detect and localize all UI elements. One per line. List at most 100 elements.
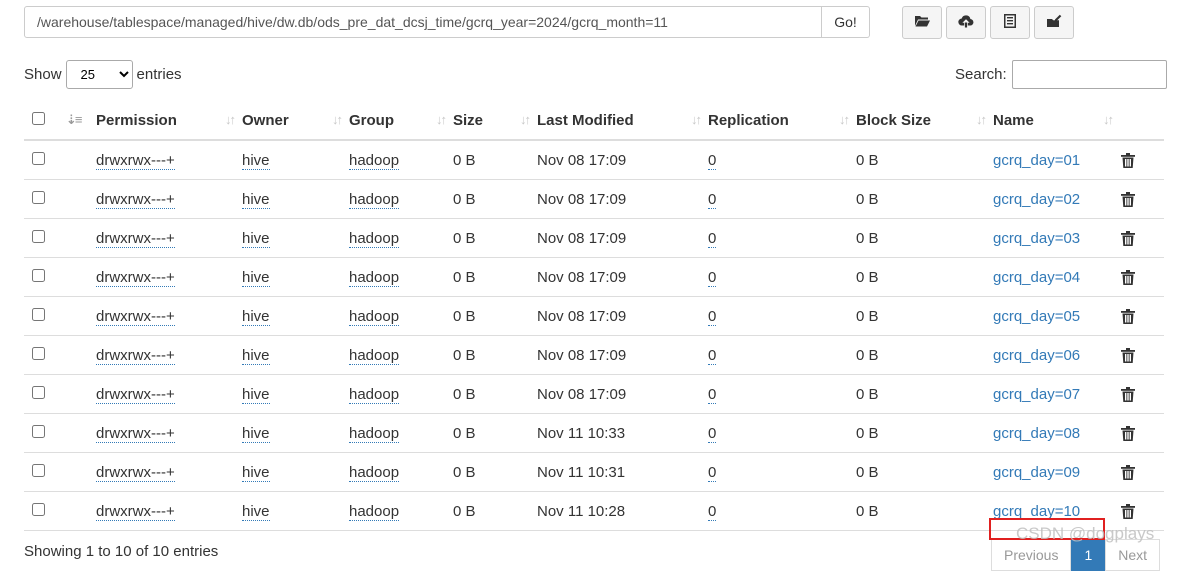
group-value[interactable]: hadoop: [349, 268, 400, 287]
row-checkbox[interactable]: [32, 463, 45, 477]
permission-value[interactable]: drwxrwx---+: [96, 424, 175, 443]
permission-value[interactable]: drwxrwx---+: [96, 151, 175, 170]
file-name-link[interactable]: gcrq_day=10: [993, 503, 1080, 520]
file-name-link[interactable]: gcrq_day=08: [993, 425, 1080, 442]
trash-icon[interactable]: [1120, 308, 1164, 324]
permission-value[interactable]: drwxrwx---+: [96, 268, 175, 287]
replication-value[interactable]: 0: [708, 346, 717, 365]
select-all-checkbox[interactable]: [32, 111, 45, 125]
file-name-link[interactable]: gcrq_day=01: [993, 152, 1080, 169]
column-header-replication[interactable]: Replication ↓↑: [708, 101, 856, 141]
trash-icon[interactable]: [1120, 464, 1164, 480]
replication-value[interactable]: 0: [708, 463, 717, 482]
file-name-link[interactable]: gcrq_day=03: [993, 230, 1080, 247]
last-modified-cell: Nov 08 17:09: [537, 374, 708, 414]
column-header-owner[interactable]: Owner ↓↑: [242, 101, 349, 141]
column-header-last-modified[interactable]: Last Modified ↓↑: [537, 101, 708, 141]
file-name-link[interactable]: gcrq_day=06: [993, 347, 1080, 364]
sort-column-header[interactable]: ⇣≡: [57, 101, 96, 141]
row-checkbox[interactable]: [32, 151, 45, 165]
group-value[interactable]: hadoop: [349, 385, 400, 404]
group-value[interactable]: hadoop: [349, 190, 400, 209]
row-checkbox[interactable]: [32, 346, 45, 360]
size-cell: 0 B: [453, 179, 537, 219]
permission-value[interactable]: drwxrwx---+: [96, 307, 175, 326]
trash-icon[interactable]: [1120, 503, 1164, 519]
row-checkbox[interactable]: [32, 190, 45, 204]
owner-value[interactable]: hive: [242, 346, 270, 365]
owner-value[interactable]: hive: [242, 463, 270, 482]
permission-value[interactable]: drwxrwx---+: [96, 463, 175, 482]
sort-icon: ↓↑: [839, 112, 850, 127]
permission-value[interactable]: drwxrwx---+: [96, 229, 175, 248]
cut-paste-button[interactable]: [990, 6, 1030, 39]
replication-value[interactable]: 0: [708, 151, 717, 170]
trash-icon[interactable]: [1120, 152, 1164, 168]
group-value[interactable]: hadoop: [349, 424, 400, 443]
replication-value[interactable]: 0: [708, 307, 717, 326]
row-checkbox[interactable]: [32, 424, 45, 438]
row-checkbox[interactable]: [32, 385, 45, 399]
owner-cell: hive: [242, 296, 349, 336]
replication-value[interactable]: 0: [708, 190, 717, 209]
owner-value[interactable]: hive: [242, 502, 270, 521]
row-checkbox[interactable]: [32, 502, 45, 516]
file-name-link[interactable]: gcrq_day=05: [993, 308, 1080, 325]
size-cell: 0 B: [453, 491, 537, 531]
column-header-permission[interactable]: Permission ↓↑: [96, 101, 242, 141]
trash-icon[interactable]: [1120, 347, 1164, 363]
group-value[interactable]: hadoop: [349, 502, 400, 521]
owner-value[interactable]: hive: [242, 307, 270, 326]
trash-icon[interactable]: [1120, 269, 1164, 285]
permission-value[interactable]: drwxrwx---+: [96, 190, 175, 209]
column-header-group[interactable]: Group ↓↑: [349, 101, 453, 141]
replication-value[interactable]: 0: [708, 502, 717, 521]
trash-icon[interactable]: [1120, 425, 1164, 441]
column-header-block-size[interactable]: Block Size ↓↑: [856, 101, 993, 141]
size-cell: 0 B: [453, 140, 537, 180]
file-name-link[interactable]: gcrq_day=07: [993, 386, 1080, 403]
size-cell: 0 B: [453, 296, 537, 336]
permission-value[interactable]: drwxrwx---+: [96, 502, 175, 521]
row-checkbox[interactable]: [32, 229, 45, 243]
file-name-link[interactable]: gcrq_day=02: [993, 191, 1080, 208]
file-name-link[interactable]: gcrq_day=09: [993, 464, 1080, 481]
permission-value[interactable]: drwxrwx---+: [96, 346, 175, 365]
column-header-name[interactable]: Name ↓↑: [993, 101, 1120, 141]
trash-icon[interactable]: [1120, 386, 1164, 402]
file-name-link[interactable]: gcrq_day=04: [993, 269, 1080, 286]
owner-value[interactable]: hive: [242, 151, 270, 170]
create-directory-button[interactable]: [902, 6, 942, 39]
row-checkbox[interactable]: [32, 268, 45, 282]
owner-value[interactable]: hive: [242, 385, 270, 404]
trash-icon[interactable]: [1120, 191, 1164, 207]
group-value[interactable]: hadoop: [349, 229, 400, 248]
owner-value[interactable]: hive: [242, 268, 270, 287]
group-value[interactable]: hadoop: [349, 307, 400, 326]
row-select-cell: [24, 218, 57, 258]
rename-button[interactable]: [1034, 6, 1074, 39]
owner-value[interactable]: hive: [242, 424, 270, 443]
owner-value[interactable]: hive: [242, 190, 270, 209]
replication-value[interactable]: 0: [708, 268, 717, 287]
replication-value[interactable]: 0: [708, 229, 717, 248]
replication-value[interactable]: 0: [708, 385, 717, 404]
trash-icon[interactable]: [1120, 230, 1164, 246]
go-button[interactable]: Go!: [822, 6, 870, 38]
upload-button[interactable]: [946, 6, 986, 39]
group-value[interactable]: hadoop: [349, 346, 400, 365]
permission-cell: drwxrwx---+: [96, 257, 242, 297]
group-value[interactable]: hadoop: [349, 463, 400, 482]
owner-value[interactable]: hive: [242, 229, 270, 248]
search-input[interactable]: [1011, 60, 1167, 89]
row-checkbox[interactable]: [32, 307, 45, 321]
column-header-size[interactable]: Size ↓↑: [453, 101, 537, 141]
permission-value[interactable]: drwxrwx---+: [96, 385, 175, 404]
replication-value[interactable]: 0: [708, 424, 717, 443]
entries-select[interactable]: 25: [65, 60, 133, 89]
column-label: Block Size: [856, 111, 932, 129]
group-value[interactable]: hadoop: [349, 151, 400, 170]
delete-cell: [1120, 179, 1164, 219]
row-select-cell: [24, 491, 57, 531]
path-input[interactable]: [24, 6, 822, 38]
